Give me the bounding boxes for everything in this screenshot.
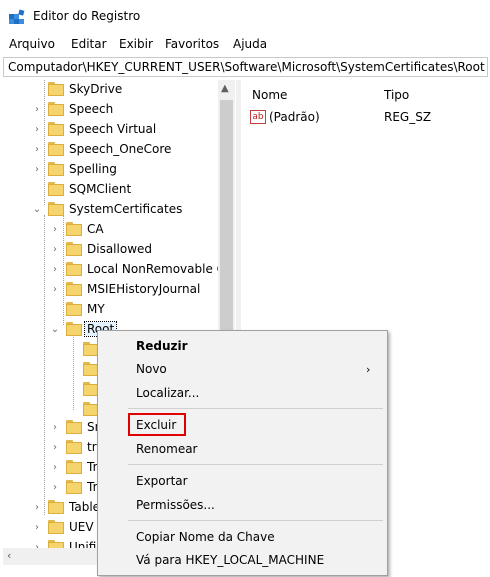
folder-icon (48, 182, 64, 196)
menu-ajuda[interactable]: Ajuda (233, 37, 267, 51)
chevron-right-icon[interactable]: › (32, 518, 42, 537)
tree-item-label: SkyDrive (69, 82, 123, 96)
tree-item[interactable]: SkyDrive (3, 80, 218, 99)
chevron-right-icon[interactable]: › (50, 438, 60, 457)
column-header-type[interactable]: Tipo (384, 88, 409, 102)
chevron-right-icon[interactable]: › (32, 498, 42, 517)
chevron-right-icon[interactable]: › (32, 160, 42, 179)
menu-item-novo[interactable]: Novo (136, 362, 167, 376)
tree-item[interactable]: › CA (3, 220, 218, 239)
scroll-left-icon[interactable]: ‹ (7, 549, 11, 562)
string-value-icon: ab (250, 110, 266, 124)
menu-item-reduzir[interactable]: Reduzir (136, 339, 188, 353)
menu-exibir[interactable]: Exibir (119, 37, 153, 51)
folder-icon (66, 420, 82, 434)
menu-item-copiar-nome[interactable]: Copiar Nome da Chave (136, 530, 275, 544)
tree-item-label: MY (87, 302, 105, 316)
column-header-name[interactable]: Nome (252, 88, 287, 102)
tree-item[interactable]: › Disallowed (3, 240, 218, 259)
chevron-right-icon: › (366, 363, 371, 376)
tree-item[interactable]: › Speech_OneCore (3, 140, 218, 159)
tree-item-label: Speech_OneCore (69, 142, 172, 156)
folder-icon (48, 162, 64, 176)
tree-item-label: Tr (87, 480, 98, 494)
tree-item-label: MSIEHistoryJournal (87, 282, 201, 296)
tree-item[interactable]: ⌄ SystemCertificates (3, 200, 218, 219)
menu-item-localizar[interactable]: Localizar... (136, 386, 199, 400)
chevron-right-icon[interactable]: › (50, 240, 60, 259)
menu-item-permissoes[interactable]: Permissões... (136, 498, 215, 512)
folder-icon (48, 202, 64, 216)
address-bar[interactable]: Computador\HKEY_CURRENT_USER\Software\Mi… (3, 57, 488, 77)
menu-item-excluir[interactable]: Excluir (136, 418, 176, 432)
folder-icon (48, 102, 64, 116)
folder-icon (48, 142, 64, 156)
tree-item-label: SQMClient (69, 182, 132, 196)
tree-item-label: CA (87, 222, 104, 236)
folder-icon (66, 242, 82, 256)
chevron-right-icon[interactable]: › (50, 458, 60, 477)
chevron-right-icon[interactable]: › (50, 280, 60, 299)
menu-separator (128, 464, 383, 465)
menu-separator (128, 408, 383, 409)
tree-item-label: Disallowed (87, 242, 153, 256)
chevron-down-icon[interactable]: ⌄ (50, 320, 60, 339)
tree-item[interactable]: › Local NonRemovable C (3, 260, 225, 279)
folder-icon (48, 520, 64, 534)
folder-icon (66, 460, 82, 474)
chevron-right-icon[interactable]: › (50, 220, 60, 239)
title-bar: Editor do Registro (0, 0, 490, 34)
folder-icon (66, 322, 82, 336)
chevron-right-icon[interactable]: › (32, 120, 42, 139)
address-path: Computador\HKEY_CURRENT_USER\Software\Mi… (8, 60, 485, 74)
chevron-right-icon[interactable]: › (32, 100, 42, 119)
value-name: (Padrão) (269, 110, 320, 124)
tree-item[interactable]: › Spelling (3, 160, 218, 179)
tree-item[interactable]: › Speech (3, 100, 218, 119)
window-title: Editor do Registro (33, 9, 141, 23)
chevron-right-icon[interactable]: › (50, 260, 60, 279)
menu-arquivo[interactable]: Arquivo (9, 37, 55, 51)
tree-item[interactable]: › Speech Virtual (3, 120, 218, 139)
folder-icon (48, 500, 64, 514)
folder-icon (66, 222, 82, 236)
chevron-right-icon[interactable]: › (32, 140, 42, 159)
menu-bar: Arquivo Editar Exibir Favoritos Ajuda (0, 36, 490, 56)
chevron-down-icon[interactable]: ⌄ (32, 200, 42, 219)
folder-icon (66, 440, 82, 454)
menu-item-exportar[interactable]: Exportar (136, 474, 188, 488)
folder-icon (66, 302, 82, 316)
tree-item-label: Speech (69, 102, 114, 116)
tree-item-label: Local NonRemovable C (87, 262, 226, 276)
tree-item-label: SystemCertificates (69, 202, 183, 216)
tree-item[interactable]: SQMClient (3, 180, 218, 199)
tree-item-label: Speech Virtual (69, 122, 157, 136)
folder-icon (66, 282, 82, 296)
value-type: REG_SZ (384, 110, 432, 124)
menu-editar[interactable]: Editar (71, 37, 107, 51)
chevron-right-icon[interactable]: › (50, 478, 60, 497)
menu-favoritos[interactable]: Favoritos (165, 37, 219, 51)
folder-icon (66, 480, 82, 494)
context-menu: Reduzir Novo › Localizar... Excluir Reno… (97, 330, 388, 576)
menu-item-renomear[interactable]: Renomear (136, 442, 198, 456)
tree-item-label: Spelling (69, 162, 117, 176)
registry-editor-icon (9, 9, 25, 24)
tree-item-label: UEV (69, 520, 94, 534)
menu-separator (128, 520, 383, 521)
tree-item[interactable]: › MSIEHistoryJournal (3, 280, 218, 299)
tree-item-label: Tr (87, 460, 98, 474)
tree-item[interactable]: MY (3, 300, 218, 319)
menu-item-ir-para-hklm[interactable]: Vá para HKEY_LOCAL_MACHINE (136, 553, 324, 567)
folder-icon (48, 122, 64, 136)
tree-item-label: Table (69, 500, 101, 514)
chevron-right-icon[interactable]: › (50, 418, 60, 437)
folder-icon (66, 262, 82, 276)
folder-icon (48, 82, 64, 96)
scroll-up-icon[interactable]: ▲ (221, 83, 229, 94)
